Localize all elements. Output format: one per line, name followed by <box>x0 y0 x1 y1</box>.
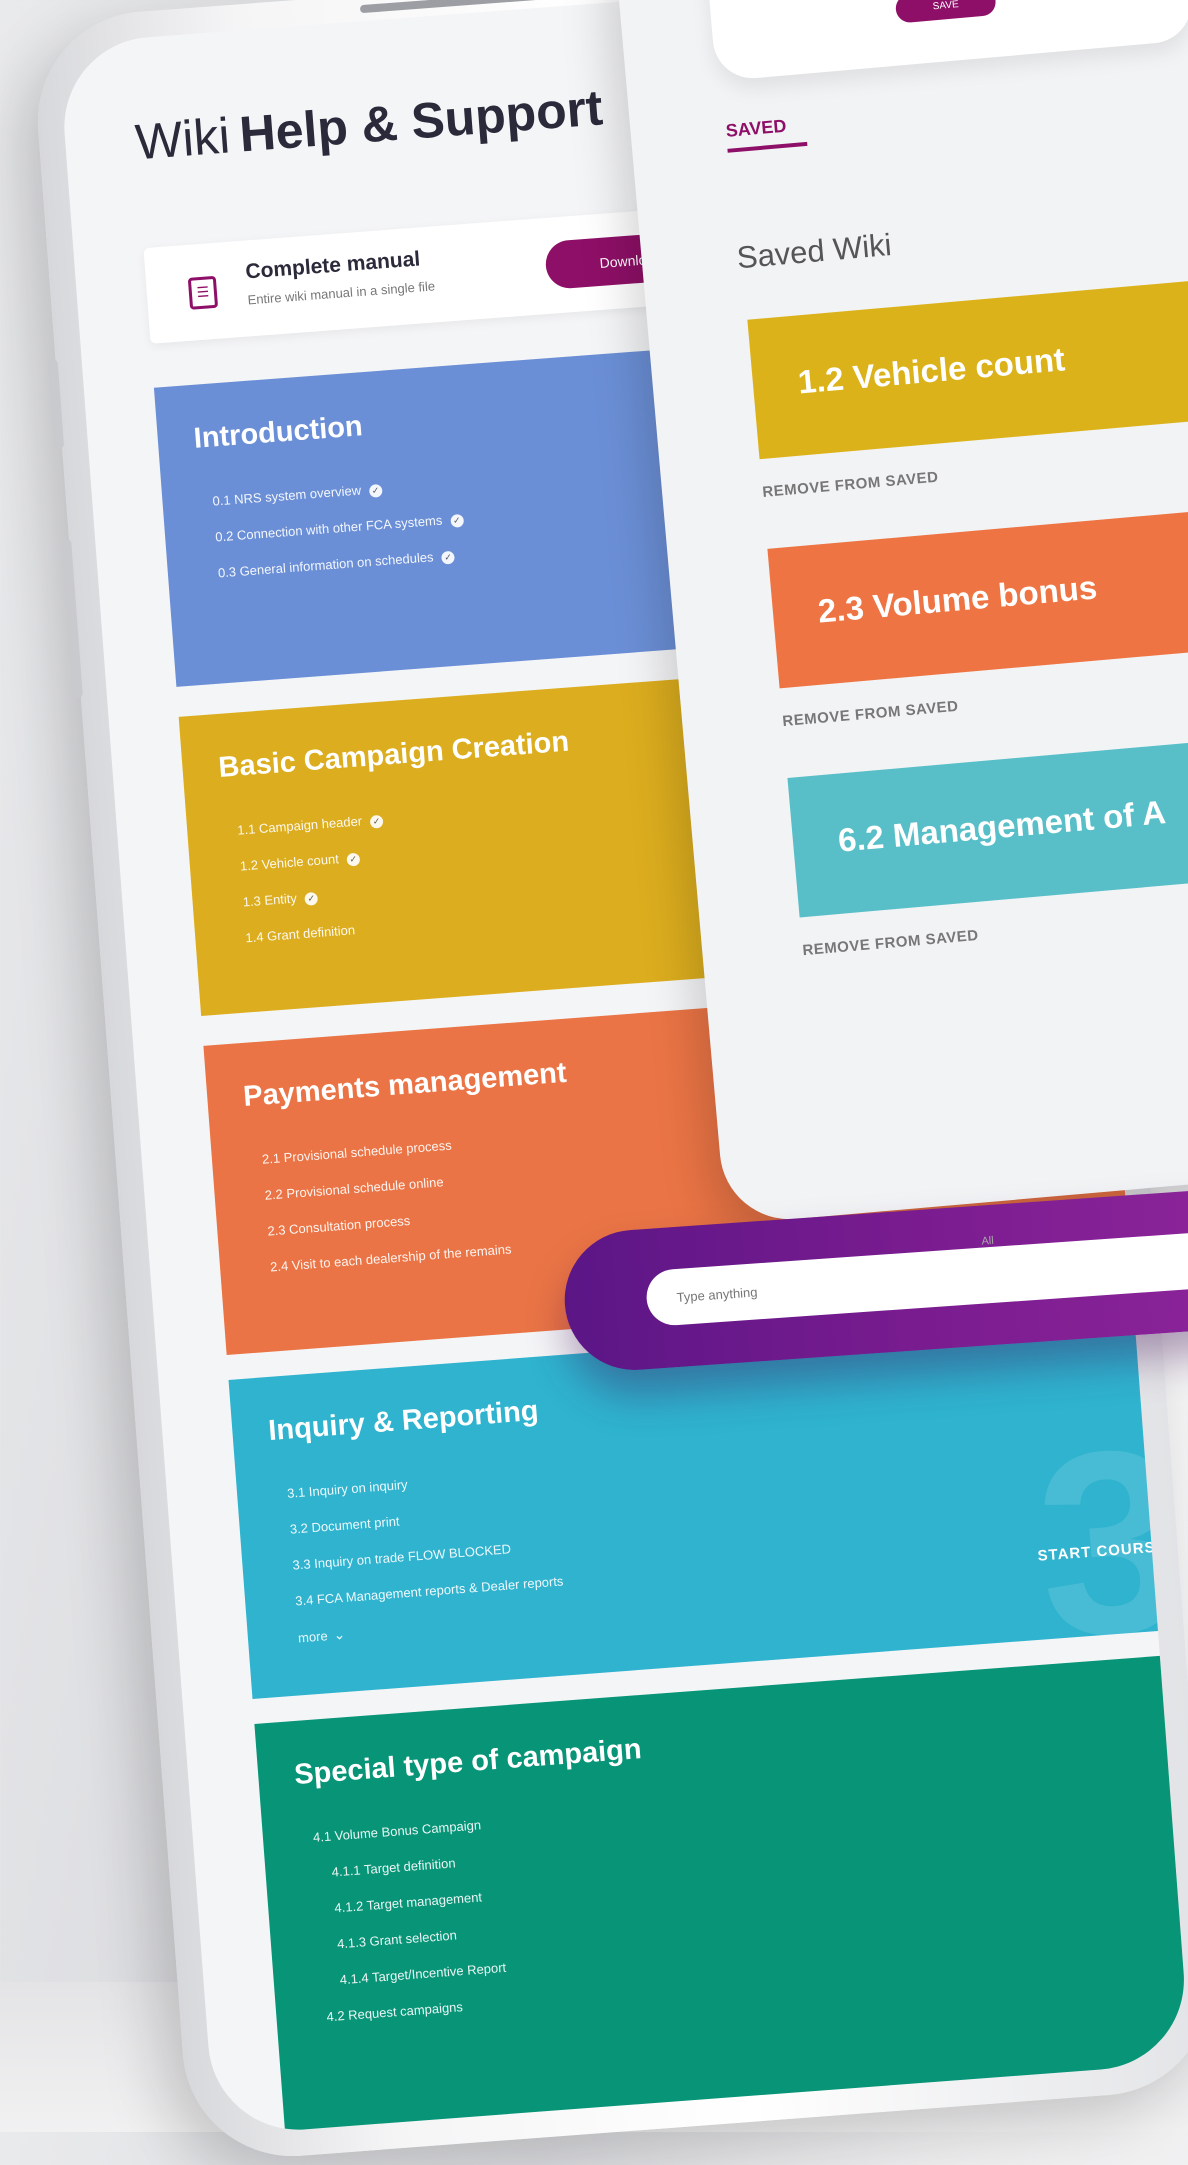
tab-saved[interactable]: SAVED <box>725 116 787 142</box>
check-icon: ✓ <box>304 891 319 906</box>
document-icon: ☰ <box>187 275 219 310</box>
section-title: Special type of campaign <box>293 1733 643 1792</box>
saved-item[interactable]: 1.2 Vehicle count <box>747 241 1188 460</box>
check-icon: ✓ <box>449 513 464 528</box>
remove-from-saved-link[interactable]: REMOVE FROM SAVED <box>802 927 979 959</box>
saved-item[interactable]: 2.3 Volume bonus <box>767 470 1188 689</box>
volume-button <box>47 358 65 450</box>
section-title: Introduction <box>192 410 364 455</box>
manual-title: Complete manual <box>244 247 421 284</box>
check-icon: ✓ <box>369 814 384 829</box>
section-title: Basic Campaign Creation <box>217 725 571 784</box>
power-button <box>61 538 83 699</box>
saved-item[interactable]: 6.2 Management of A <box>787 699 1188 918</box>
remove-from-saved-link[interactable]: REMOVE FROM SAVED <box>782 698 959 730</box>
preview-card: SAVE <box>696 0 1188 82</box>
chevron-down-icon: ⌄ <box>332 1625 346 1643</box>
page-title: Wiki Help & Support <box>133 79 605 171</box>
tab-underline <box>727 141 808 153</box>
search-scope[interactable]: All <box>981 1235 994 1248</box>
manual-subtitle: Entire wiki manual in a single file <box>247 278 436 308</box>
save-button[interactable]: SAVE <box>894 0 997 24</box>
check-icon: ✓ <box>368 483 383 498</box>
check-icon: ✓ <box>441 550 456 565</box>
section-title: Payments management <box>242 1056 568 1113</box>
section-special-campaign[interactable]: Special type of campaign 4.1 Volume Bonu… <box>254 1648 1188 2137</box>
section-title: Inquiry & Reporting <box>267 1394 540 1448</box>
search-input[interactable] <box>644 1212 1188 1328</box>
saved-heading: Saved Wiki <box>735 226 893 276</box>
check-icon: ✓ <box>346 852 361 867</box>
remove-from-saved-link[interactable]: REMOVE FROM SAVED <box>762 469 939 501</box>
